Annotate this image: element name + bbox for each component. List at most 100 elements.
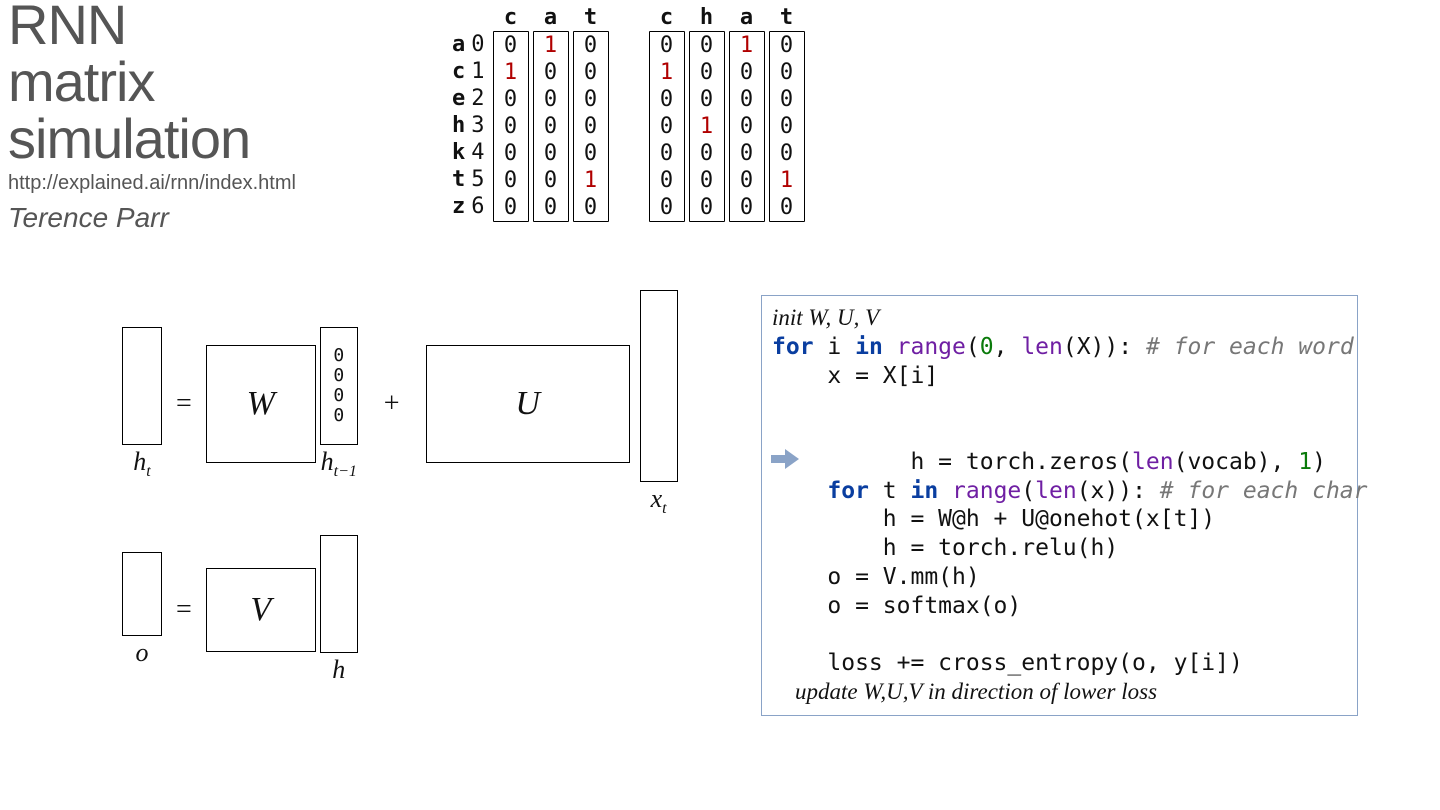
onehot-cell: 0	[690, 86, 724, 113]
onehot-cell: 0	[690, 59, 724, 86]
onehot-column-head: a	[740, 4, 753, 31]
vocab-char: h	[452, 112, 465, 139]
onehot-cell: 0	[574, 32, 608, 59]
onehot-rowlabel: h3	[452, 112, 485, 139]
label-U: U	[515, 385, 540, 423]
onehot-rowlabel: e2	[452, 85, 485, 112]
label-W: W	[247, 385, 275, 423]
hprev-0: 0	[333, 346, 344, 366]
label-ht-sub: t	[146, 463, 150, 480]
onehot-column: t0000010	[769, 4, 805, 222]
label-xt-sub: t	[662, 500, 666, 517]
vocab-char: e	[452, 85, 465, 112]
code-loss: loss += cross_entropy(o, y[i])	[772, 649, 1347, 678]
onehot-cell: 0	[690, 167, 724, 194]
vocab-index: 1	[471, 58, 484, 85]
hprev-2: 0	[333, 386, 344, 406]
vocab-index: 5	[471, 166, 484, 193]
code-blank2	[772, 620, 1347, 649]
onehot-cell: 0	[534, 86, 568, 113]
onehot-cell: 0	[690, 140, 724, 167]
onehot-cell: 0	[534, 194, 568, 221]
onehot-cell: 0	[494, 140, 528, 167]
vocab-char: z	[452, 193, 465, 220]
code-init: init W, U, V	[772, 304, 1347, 333]
title-author: Terence Parr	[8, 204, 296, 233]
onehot-cell: 0	[770, 140, 804, 167]
vector-o: o	[122, 552, 162, 668]
vector-hprev: 0 0 0 0 ht−1	[320, 327, 358, 481]
vocab-index: 0	[471, 31, 484, 58]
onehot-cell: 0	[690, 32, 724, 59]
equals-2: =	[176, 594, 192, 626]
onehot-cell: 0	[574, 194, 608, 221]
label-h: h	[320, 655, 358, 685]
onehot-cells: 0000010	[573, 31, 609, 222]
onehot-rowlabels: a0c1e2h3k4t5z6	[452, 4, 485, 222]
slide-root: RNN matrix simulation http://explained.a…	[0, 0, 1440, 810]
onehot-cell: 1	[534, 32, 568, 59]
onehot-column-head: t	[780, 4, 793, 31]
vocab-index: 3	[471, 112, 484, 139]
onehot-cell: 0	[650, 140, 684, 167]
onehot-column: t0000010	[573, 4, 609, 222]
onehot-column-head: a	[544, 4, 557, 31]
onehot-cell: 0	[770, 194, 804, 221]
onehot-rowlabel: t5	[452, 166, 485, 193]
onehot-word: c0100000h0001000a1000000t0000010	[649, 4, 805, 222]
onehot-cell: 0	[650, 113, 684, 140]
onehot-cell: 1	[770, 167, 804, 194]
code-o-softmax: o = softmax(o)	[772, 592, 1347, 621]
onehot-word: a0c1e2h3k4t5z6c0100000a1000000t0000010	[452, 4, 609, 222]
onehot-cell: 0	[690, 194, 724, 221]
onehot-cell: 0	[770, 32, 804, 59]
onehot-cell: 0	[730, 194, 764, 221]
onehot-cell: 1	[690, 113, 724, 140]
vocab-char: t	[452, 166, 465, 193]
label-xt: x	[651, 484, 663, 513]
vocab-char: k	[452, 139, 465, 166]
onehot-cell: 0	[534, 167, 568, 194]
onehot-cells: 0000010	[769, 31, 805, 222]
onehot-rowlabel: a0	[452, 31, 485, 58]
onehot-cell: 0	[730, 140, 764, 167]
equation-ht: ht = W 0 0 0 0 ht−1 + U xt	[122, 290, 678, 518]
hprev-3: 0	[333, 406, 344, 426]
vector-ht: ht	[122, 327, 162, 481]
onehot-column: c0100000	[649, 4, 685, 222]
matrix-W: W	[206, 345, 316, 463]
onehot-cell: 0	[650, 32, 684, 59]
onehot-column-head: h	[700, 4, 713, 31]
onehot-cell: 0	[534, 140, 568, 167]
onehot-cell: 0	[494, 32, 528, 59]
onehot-cell: 0	[730, 113, 764, 140]
onehot-cells: 0100000	[649, 31, 685, 222]
onehot-cell: 1	[574, 167, 608, 194]
onehot-cell: 0	[574, 113, 608, 140]
onehot-cell: 0	[494, 113, 528, 140]
onehot-column: a1000000	[533, 4, 569, 222]
code-h-relu: h = torch.relu(h)	[772, 534, 1347, 563]
onehot-column: a1000000	[729, 4, 765, 222]
onehot-cell: 0	[534, 59, 568, 86]
onehot-cell: 0	[770, 59, 804, 86]
onehot-cell: 0	[574, 86, 608, 113]
onehot-cell: 0	[650, 86, 684, 113]
code-for-words: for i in range(0, len(X)): # for each wo…	[772, 333, 1347, 362]
onehot-column-head: c	[660, 4, 673, 31]
code-h-zeros: h = torch.zeros(len(vocab), 1)	[772, 419, 1347, 477]
onehot-column-head: c	[504, 4, 517, 31]
onehot-cell: 1	[730, 32, 764, 59]
onehot-cells: 0001000	[689, 31, 725, 222]
label-hprev: h	[321, 447, 334, 476]
arrow-icon	[769, 448, 801, 470]
onehot-cells: 0100000	[493, 31, 529, 222]
label-V: V	[250, 591, 271, 629]
equation-o: o = V h	[122, 535, 358, 685]
code-update: update W,U,V in direction of lower loss	[772, 678, 1347, 707]
onehot-cell: 0	[494, 86, 528, 113]
label-ht: h	[133, 447, 146, 476]
label-o: o	[122, 638, 162, 668]
onehot-cell: 0	[650, 167, 684, 194]
label-hprev-sub: t−1	[334, 463, 357, 480]
